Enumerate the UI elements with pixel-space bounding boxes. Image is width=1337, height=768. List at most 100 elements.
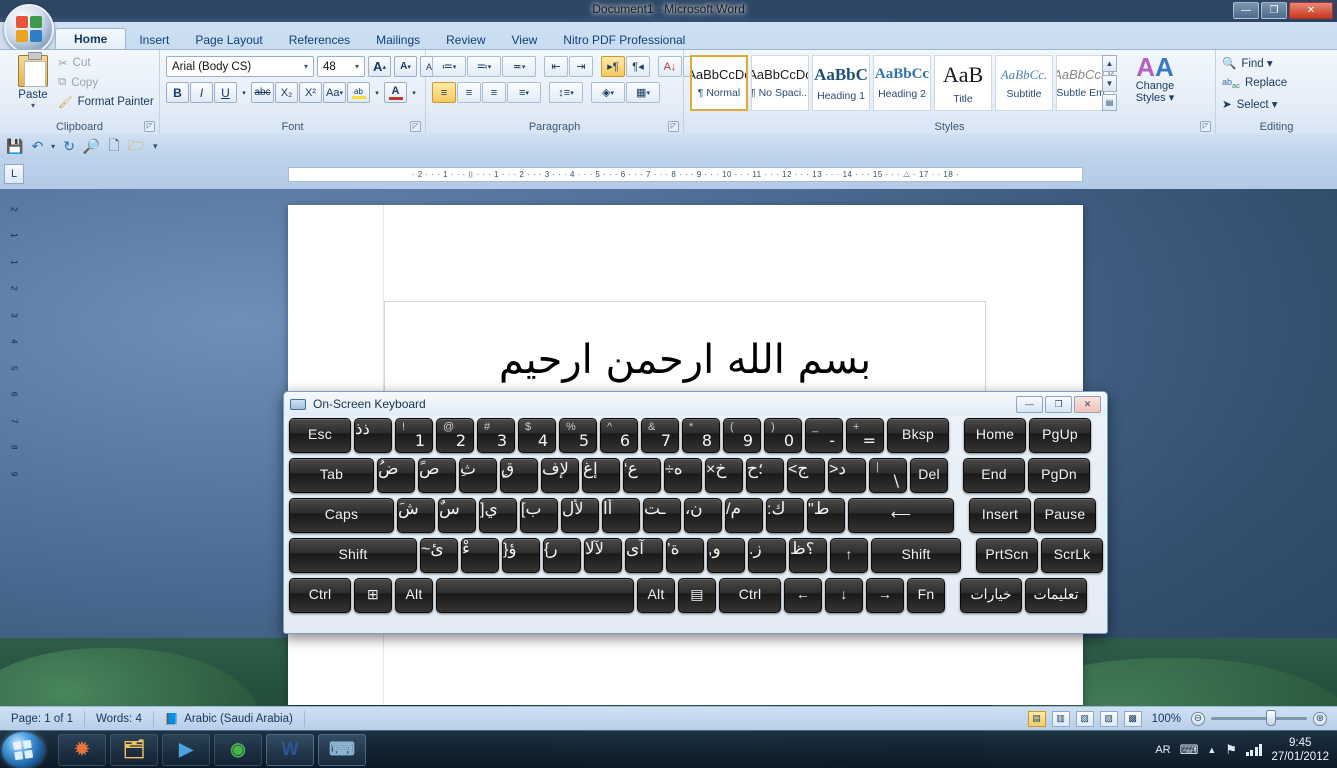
osk-key-ctrl[interactable]: Ctrl <box>719 578 781 613</box>
osk-maximize-button[interactable]: ❐ <box>1045 395 1072 413</box>
styles-more-button[interactable]: ▤ <box>1102 94 1117 111</box>
start-button[interactable] <box>2 731 44 768</box>
osk-key-[interactable]: ÷ه <box>664 458 702 493</box>
style-normal[interactable]: AaBbCcDc ¶ Normal <box>690 55 748 111</box>
highlight-button[interactable]: ab <box>347 82 370 103</box>
zoom-slider-thumb[interactable] <box>1266 710 1276 726</box>
horizontal-ruler[interactable]: · 2 · · · 1 · · · ⌷ · · · 1 · · · 2 · · … <box>288 167 1083 182</box>
osk-key-pause[interactable]: Pause <box>1034 498 1096 533</box>
font-dialog-launcher[interactable]: ◸ <box>410 121 421 132</box>
media-player-taskbar-item[interactable]: ▶ <box>162 733 210 766</box>
copy-button[interactable]: ⧉ Copy <box>58 76 154 89</box>
find-button[interactable]: 🔍 Find ▾ <box>1222 56 1287 70</box>
osk-key-[interactable]: >د <box>828 458 866 493</box>
tab-references[interactable]: References <box>276 30 363 51</box>
osk-close-button[interactable]: ✕ <box>1074 395 1101 413</box>
osk-key-[interactable]: ⊞ <box>354 578 392 613</box>
osk-key-[interactable]: ’ة <box>666 538 704 573</box>
language-indicator-tray[interactable]: AR <box>1155 744 1170 756</box>
on-screen-keyboard-window[interactable]: On-Screen Keyboard — ❐ ✕ Esc ذذ! 1 @2 #3 $4% 5… <box>283 391 1108 634</box>
document-text[interactable]: بسم الله ارحمن ارحيم <box>499 337 871 383</box>
view-full-screen-button[interactable]: ▥ <box>1051 710 1070 727</box>
underline-button[interactable]: U <box>214 82 237 103</box>
language-indicator[interactable]: Arabic (Saudi Arabia) <box>184 713 293 725</box>
open-folder-icon[interactable]: 🗁 <box>128 135 145 159</box>
style-heading-2[interactable]: AaBbCc Heading 2 <box>873 55 931 111</box>
osk-key-[interactable]: ← <box>784 578 822 613</box>
osk-key-1[interactable]: ! 1 <box>395 418 433 453</box>
osk-key-scrlk[interactable]: ScrLk <box>1041 538 1103 573</box>
osk-key-[interactable]: ًص <box>418 458 456 493</box>
vertical-ruler[interactable]: 2 1 1 2 3 4 5 6 7 8 9 <box>4 195 24 695</box>
osk-key-6[interactable]: ^ 6 <box>600 418 638 453</box>
font-name-combo[interactable]: Arial (Body CS) ▾ <box>166 56 314 77</box>
undo-icon[interactable]: ↶ <box>31 138 43 155</box>
osk-key-bksp[interactable]: Bksp <box>887 418 949 453</box>
zoom-out-button[interactable]: ⊖ <box>1191 711 1205 726</box>
customize-qat-icon[interactable]: ▾ <box>153 141 158 152</box>
view-outline-button[interactable]: ▨ <box>1099 710 1118 727</box>
osk-key-[interactable]: ـت <box>643 498 681 533</box>
osk-key-[interactable]: خيارات <box>960 578 1022 613</box>
osk-key-7[interactable]: & 7 <box>641 418 679 453</box>
osk-key-[interactable]: ▤ <box>678 578 716 613</box>
multilevel-list-button[interactable]: ≖ ▾ <box>502 56 536 77</box>
osk-key-[interactable]: ،ن <box>684 498 722 533</box>
osk-key-[interactable]: ِث <box>459 458 497 493</box>
subscript-button[interactable]: X₂ <box>275 82 298 103</box>
osk-key-shift[interactable]: Shift <box>871 538 961 573</box>
change-case-button[interactable]: Aa ▾ <box>323 82 346 103</box>
office-button[interactable] <box>4 4 54 54</box>
osk-key-fn[interactable]: Fn <box>907 578 945 613</box>
tab-nitro-pdf[interactable]: Nitro PDF Professional <box>550 30 698 51</box>
decrease-indent-button[interactable]: ⇤ <box>544 56 568 77</box>
osk-key-[interactable]: }ؤ <box>502 538 540 573</box>
tab-insert[interactable]: Insert <box>126 30 182 51</box>
osk-key-8[interactable]: * 8 <box>682 418 720 453</box>
osk-key-5[interactable]: % 5 <box>559 418 597 453</box>
osk-key-caps[interactable]: Caps <box>289 498 394 533</box>
osk-key-[interactable]: ؛ح <box>746 458 784 493</box>
style-no-spacing[interactable]: AaBbCcDc ¶ No Spaci... <box>751 55 809 111</box>
proofing-status[interactable]: 📘 Arabic (Saudi Arabia) <box>154 710 305 727</box>
osk-title-bar[interactable]: On-Screen Keyboard — ❐ ✕ <box>284 392 1107 416</box>
font-size-combo[interactable]: 48 ▾ <box>317 56 365 77</box>
align-left-button[interactable]: ≡ <box>432 82 456 103</box>
osk-key-[interactable]: لإف <box>541 458 579 493</box>
zoom-level[interactable]: 100% <box>1148 713 1185 725</box>
keyboard-tray-icon[interactable]: ⌨ <box>1180 742 1199 758</box>
replace-button[interactable]: abac Replace <box>1222 77 1287 90</box>
tab-view[interactable]: View <box>499 30 551 51</box>
styles-scroll-up-button[interactable]: ▲ <box>1102 55 1117 72</box>
print-preview-icon[interactable]: 🔎 <box>83 138 100 155</box>
osk-key-2[interactable]: @2 <box>436 418 474 453</box>
change-styles-button[interactable]: AA Change Styles ▾ <box>1124 54 1186 104</box>
osk-key-[interactable]: /م <box>725 498 763 533</box>
osk-key-4[interactable]: $4 <box>518 418 556 453</box>
osk-key-del[interactable]: Del <box>910 458 948 493</box>
osk-key-[interactable]: | \ <box>869 458 907 493</box>
osk-key-[interactable]: [ب <box>520 498 558 533</box>
tab-stop-selector[interactable]: L <box>4 164 24 184</box>
osk-key-[interactable]: ٌس <box>438 498 476 533</box>
zoom-in-button[interactable]: ⊕ <box>1313 711 1327 726</box>
select-button[interactable]: ➤ Select ▾ <box>1222 97 1287 111</box>
osk-key-esc[interactable]: Esc <box>289 418 351 453</box>
osk-key-[interactable]: أا <box>602 498 640 533</box>
osk-key-pgup[interactable]: PgUp <box>1029 418 1091 453</box>
undo-dropdown-icon[interactable]: ▾ <box>51 142 55 151</box>
align-right-button[interactable]: ≡ <box>482 82 506 103</box>
network-flag-icon[interactable]: ⚑ <box>1225 742 1237 758</box>
firefox-taskbar-item[interactable]: ✹ <box>58 733 106 766</box>
osk-key-ctrl[interactable]: Ctrl <box>289 578 351 613</box>
osk-key-[interactable]: ]ي <box>479 498 517 533</box>
chrome-taskbar-item[interactable]: ◉ <box>214 733 262 766</box>
signal-bars-icon[interactable] <box>1245 743 1263 756</box>
save-icon[interactable]: 💾 <box>6 138 23 155</box>
osk-key-[interactable]: ذذ <box>354 418 392 453</box>
chevron-down-icon[interactable]: ▾ <box>12 101 54 110</box>
osk-key-[interactable]: → <box>866 578 904 613</box>
osk-key-3[interactable]: #3 <box>477 418 515 453</box>
styles-scroll-down-button[interactable]: ▼ <box>1102 74 1117 92</box>
osk-key-[interactable]: ُض <box>377 458 415 493</box>
